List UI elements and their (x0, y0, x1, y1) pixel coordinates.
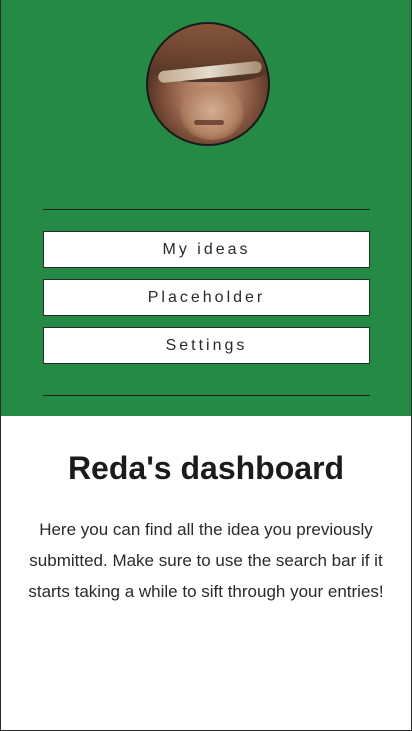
dashboard-screen: My ideas Placeholder Settings Reda's das… (0, 0, 412, 731)
dashboard-description: Here you can find all the idea you previ… (28, 520, 384, 601)
avatar-mouth (194, 120, 224, 125)
menu-top-divider (43, 209, 370, 210)
menu-bottom-divider (43, 395, 370, 396)
my-ideas-label: My ideas (162, 240, 251, 258)
placeholder-button[interactable]: Placeholder (43, 279, 370, 316)
page-title: Reda's dashboard (67, 450, 345, 486)
avatar-face (180, 86, 244, 140)
settings-label: Settings (165, 336, 248, 354)
user-avatar[interactable] (146, 22, 270, 146)
placeholder-label: Placeholder (147, 288, 266, 306)
my-ideas-button[interactable]: My ideas (43, 231, 370, 268)
settings-button[interactable]: Settings (43, 327, 370, 364)
profile-menu-panel: My ideas Placeholder Settings (1, 0, 411, 416)
